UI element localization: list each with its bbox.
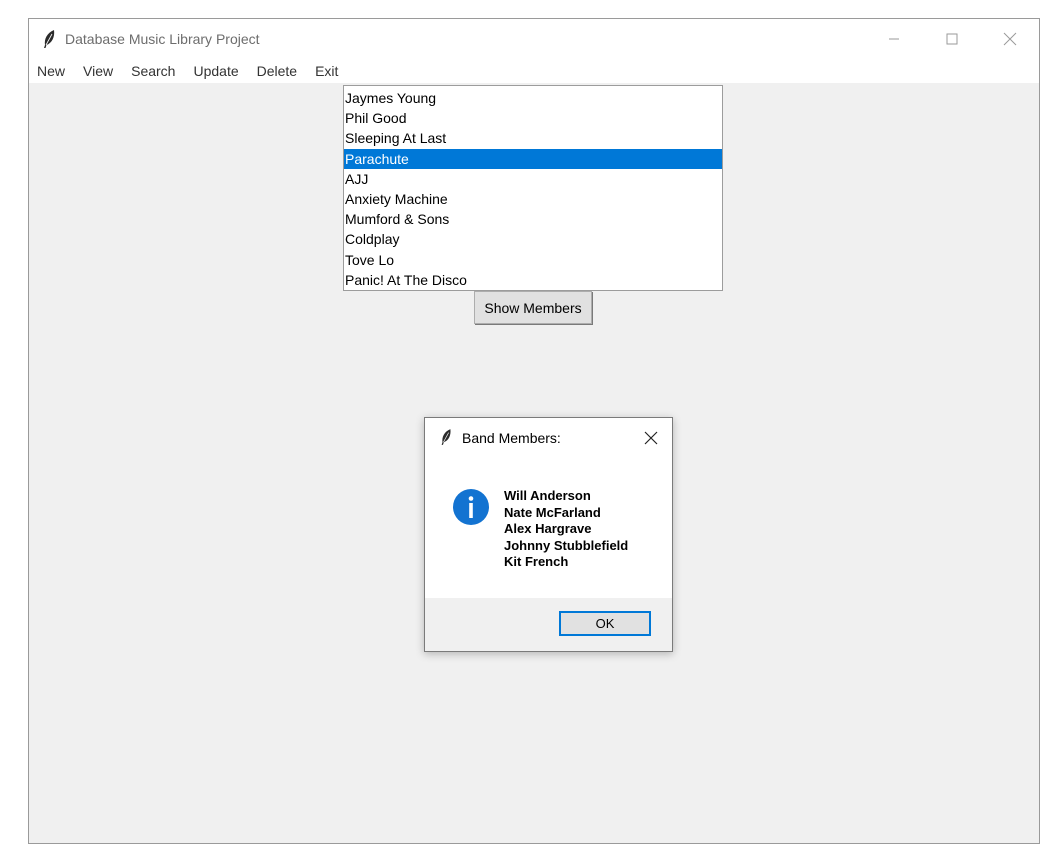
band-listbox[interactable]: Jaymes Young Phil Good Sleeping At Last … — [343, 85, 723, 291]
dialog-close-button[interactable] — [640, 427, 662, 449]
member-name: Kit French — [504, 554, 569, 569]
list-item[interactable]: Panic! At The Disco — [344, 270, 722, 290]
menu-new[interactable]: New — [29, 59, 74, 83]
band-members-dialog: Band Members: Will Anderson Nate McFarla… — [424, 417, 673, 652]
member-list: Will Anderson Nate McFarland Alex Hargra… — [504, 488, 628, 571]
main-window: Database Music Library Project New View … — [28, 18, 1040, 844]
list-item[interactable]: Phil Good — [344, 108, 722, 128]
title-bar: Database Music Library Project — [29, 19, 1039, 59]
menu-search[interactable]: Search — [122, 59, 184, 83]
list-item[interactable]: Anxiety Machine — [344, 189, 722, 209]
dialog-title-bar: Band Members: — [425, 418, 672, 458]
minimize-button[interactable] — [865, 19, 923, 59]
member-name: Nate McFarland — [504, 504, 601, 520]
minimize-icon — [889, 38, 899, 40]
close-icon — [1003, 32, 1017, 46]
menu-bar: New View Search Update Delete Exit — [29, 59, 1039, 83]
list-item[interactable]: Coldplay — [344, 229, 722, 249]
window-title: Database Music Library Project — [65, 31, 260, 47]
member-name: Johnny Stubblefield — [504, 537, 629, 553]
feather-icon — [439, 428, 453, 446]
list-item[interactable]: Jaymes Young — [344, 88, 722, 108]
show-members-button[interactable]: Show Members — [474, 291, 592, 324]
menu-exit[interactable]: Exit — [306, 59, 347, 83]
menu-view[interactable]: View — [74, 59, 122, 83]
list-item[interactable]: Tove Lo — [344, 250, 722, 270]
maximize-button[interactable] — [923, 19, 981, 59]
dialog-footer: OK — [425, 598, 672, 651]
list-item[interactable]: Sleeping At Last — [344, 128, 722, 148]
list-item[interactable]: AJJ — [344, 169, 722, 189]
close-icon — [644, 431, 658, 445]
list-item[interactable]: Mumford & Sons — [344, 209, 722, 229]
list-item-selected[interactable]: Parachute — [344, 148, 722, 169]
close-button[interactable] — [981, 19, 1039, 59]
ok-button[interactable]: OK — [559, 611, 651, 636]
menu-delete[interactable]: Delete — [248, 59, 306, 83]
maximize-icon — [946, 33, 958, 45]
menu-update[interactable]: Update — [184, 59, 247, 83]
member-name: Will Anderson — [504, 488, 591, 503]
member-name: Alex Hargrave — [504, 521, 592, 536]
feather-icon — [41, 29, 57, 49]
info-icon — [452, 488, 490, 526]
dialog-title: Band Members: — [462, 430, 561, 446]
